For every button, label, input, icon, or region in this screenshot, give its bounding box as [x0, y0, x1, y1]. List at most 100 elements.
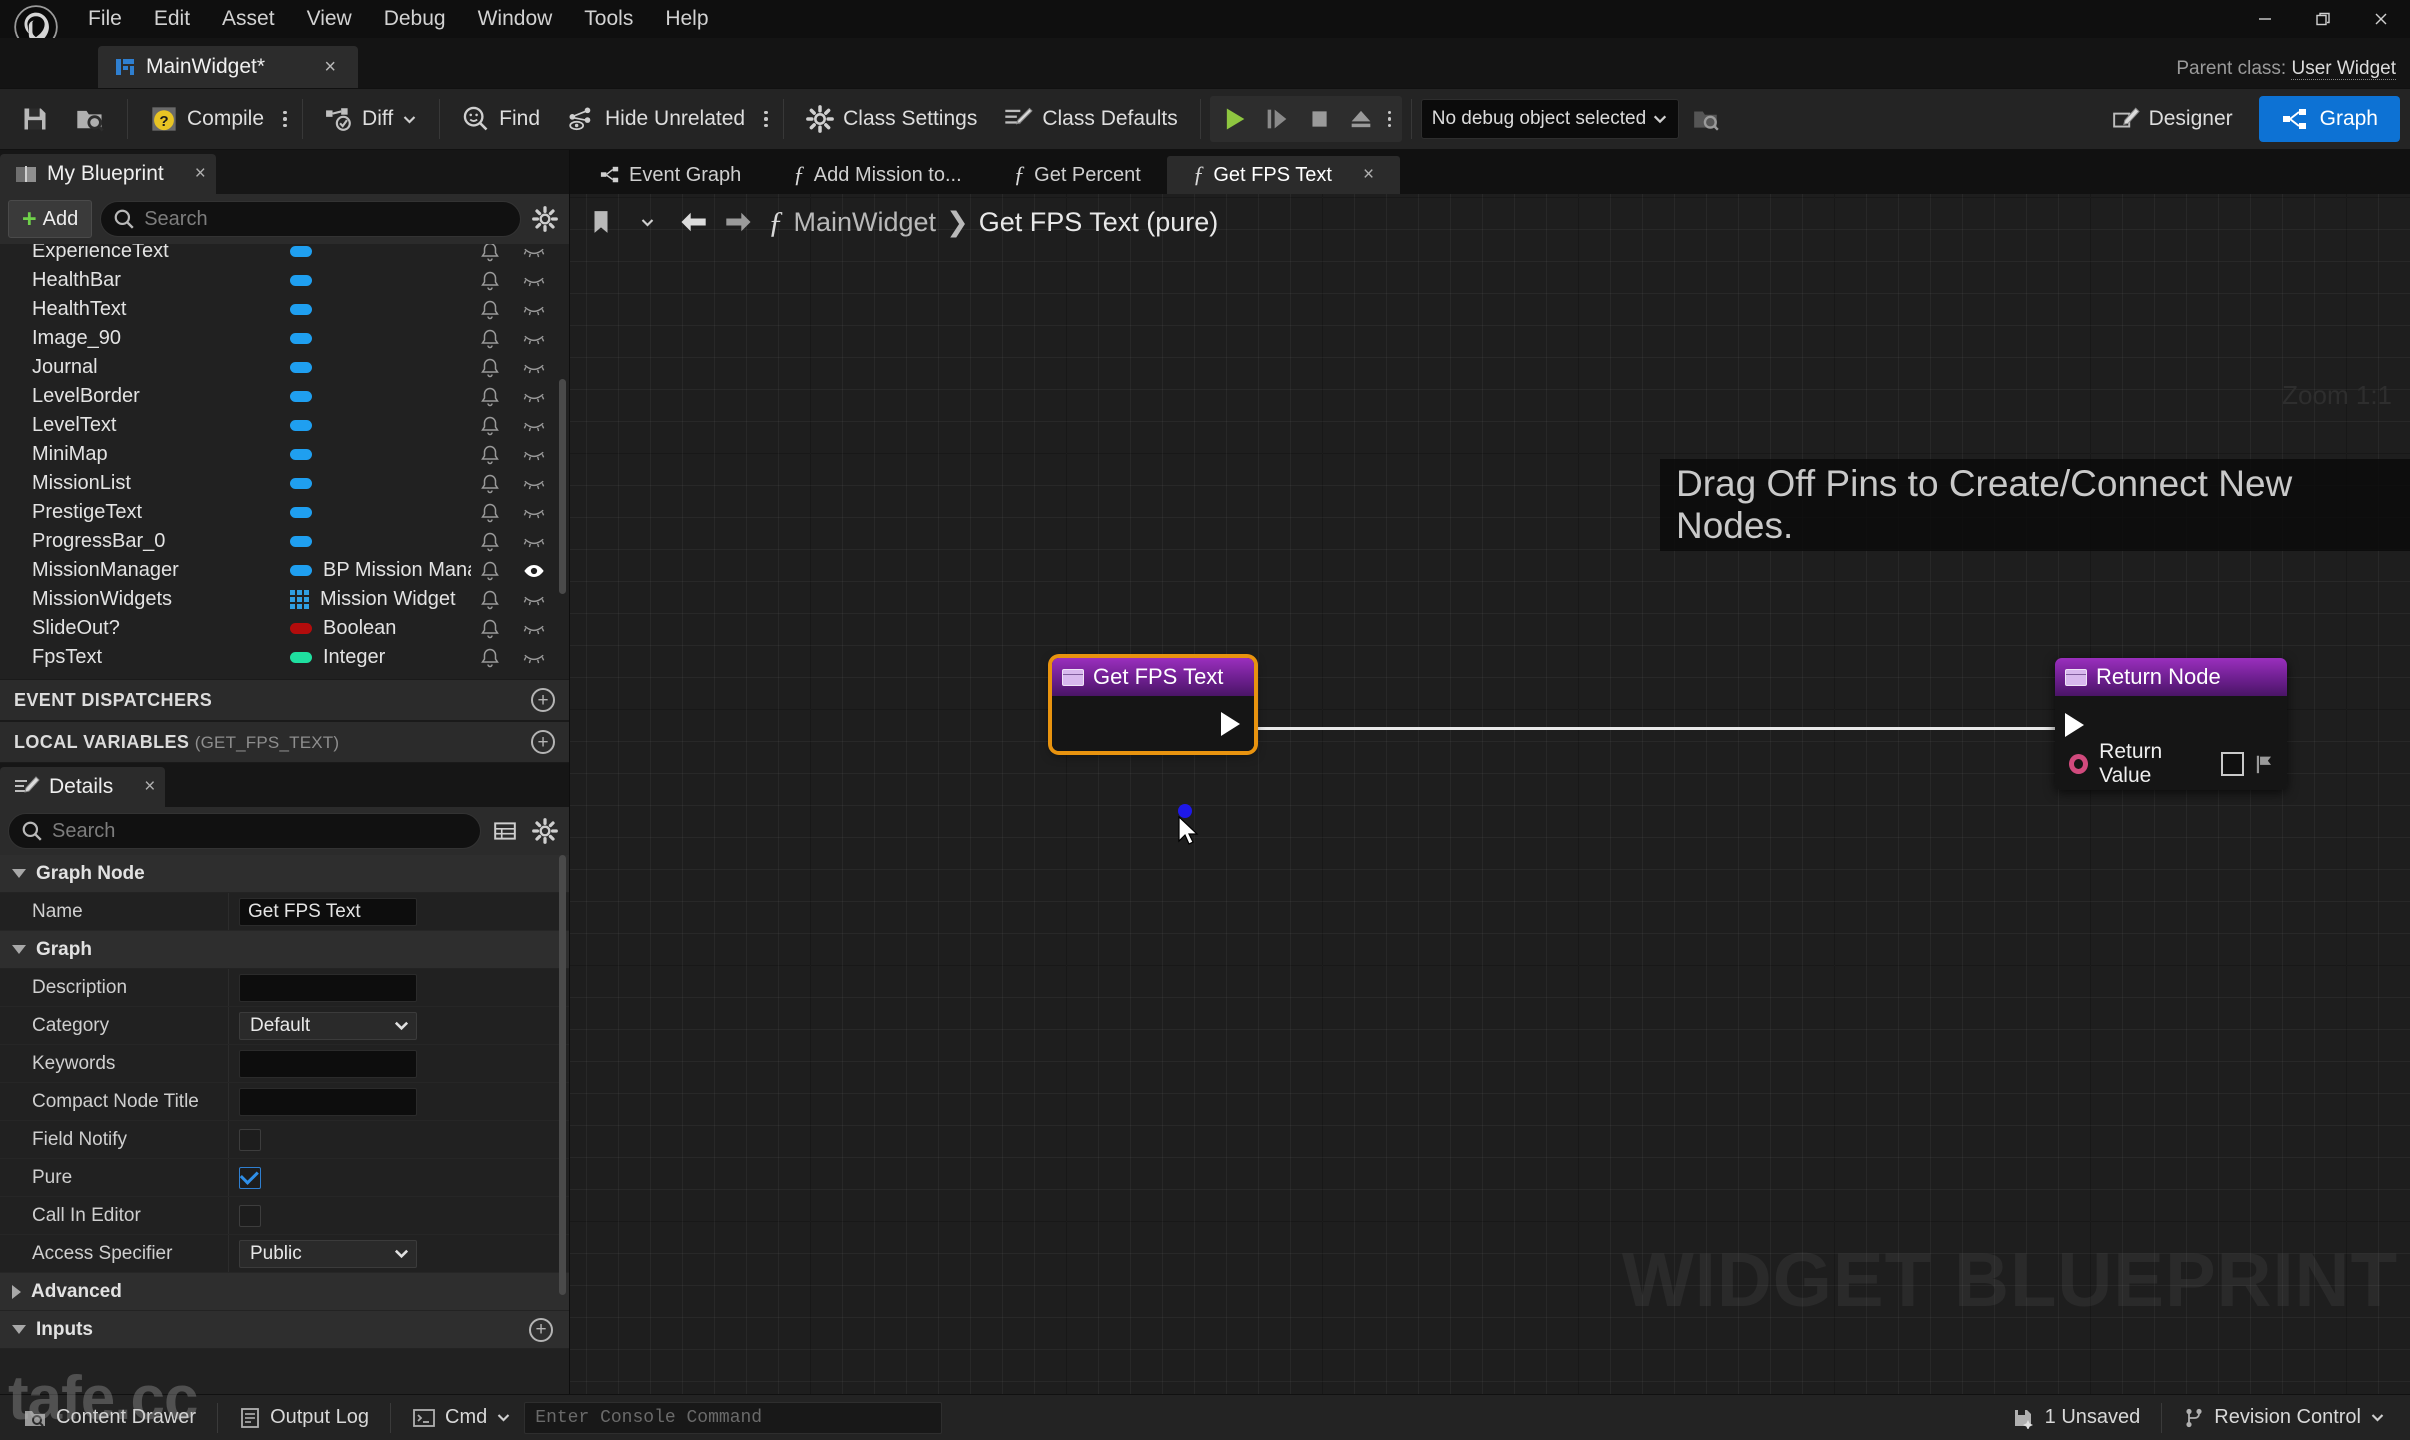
text-field-description[interactable] — [239, 973, 417, 1002]
play-options-button[interactable] — [1382, 96, 1398, 142]
diff-button[interactable]: Diff — [312, 96, 430, 142]
eye-hidden-icon[interactable] — [523, 415, 545, 437]
minimize-icon[interactable] — [2236, 0, 2294, 38]
browse-button[interactable] — [62, 96, 118, 142]
list-item[interactable]: MissionList — [0, 469, 569, 498]
menu-view[interactable]: View — [291, 0, 368, 38]
eye-visible-icon[interactable] — [523, 560, 545, 582]
dropdown-category[interactable]: Default — [239, 1011, 417, 1040]
details-search[interactable]: Search — [8, 813, 481, 849]
unreal-engine-logo-icon[interactable] — [0, 0, 72, 49]
notify-bell-icon[interactable] — [479, 299, 501, 321]
return-value-pin[interactable] — [2069, 754, 2089, 774]
breadcrumb-root[interactable]: MainWidget — [794, 207, 937, 238]
my-blueprint-close-icon[interactable]: × — [173, 163, 206, 185]
graph-mode-button[interactable]: Graph — [2258, 96, 2400, 142]
list-item[interactable]: Journal — [0, 353, 569, 382]
notify-bell-icon[interactable] — [479, 357, 501, 379]
node-get-fps-text[interactable]: Get FPS Text — [1052, 658, 1254, 751]
return-exec-in-pin[interactable] — [2065, 713, 2084, 737]
list-item[interactable]: HealthText — [0, 295, 569, 324]
list-item[interactable]: ProgressBar_0 — [0, 527, 569, 556]
eye-hidden-icon[interactable] — [523, 357, 545, 379]
graph-tab-get-fps-text[interactable]: ƒ Get FPS Text × — [1166, 156, 1401, 194]
dropdown-access-specifier[interactable]: Public — [239, 1239, 417, 1268]
flag-icon[interactable] — [2255, 753, 2273, 775]
details-close-icon[interactable]: × — [122, 776, 155, 798]
eye-hidden-icon[interactable] — [523, 270, 545, 292]
node-exec-out-pin[interactable] — [1221, 712, 1240, 736]
details-settings-button[interactable] — [529, 815, 561, 847]
find-button[interactable]: Find — [449, 96, 553, 142]
list-item[interactable]: LevelText — [0, 411, 569, 440]
add-button[interactable]: + Add — [8, 200, 93, 238]
graph-tab-close-icon[interactable]: × — [1341, 164, 1374, 186]
notify-bell-icon[interactable] — [479, 589, 501, 611]
menu-file[interactable]: File — [72, 0, 138, 38]
notify-bell-icon[interactable] — [479, 502, 501, 524]
eye-hidden-icon[interactable] — [523, 444, 545, 466]
my-blueprint-settings-button[interactable] — [529, 203, 561, 235]
list-item[interactable]: SlideOut? Boolean — [0, 614, 569, 643]
notify-bell-icon[interactable] — [479, 560, 501, 582]
navigate-forward-button[interactable] — [722, 205, 756, 239]
output-log-button[interactable]: Output Log — [226, 1400, 382, 1436]
eye-hidden-icon[interactable] — [523, 589, 545, 611]
notify-bell-icon[interactable] — [479, 415, 501, 437]
notify-bell-icon[interactable] — [479, 444, 501, 466]
eye-hidden-icon[interactable] — [523, 473, 545, 495]
my-blueprint-variable-list[interactable]: ExperienceText HealthBar HealthText Image_9… — [0, 244, 569, 679]
console-command-input[interactable]: Enter Console Command — [524, 1401, 943, 1434]
text-field-compact-node-title[interactable] — [239, 1087, 417, 1116]
panel-tab-my-blueprint[interactable]: My Blueprint × — [0, 154, 216, 194]
menu-edit[interactable]: Edit — [138, 0, 206, 38]
eye-hidden-icon[interactable] — [523, 386, 545, 408]
checkbox-call-in-editor[interactable] — [239, 1204, 261, 1227]
asset-tab-mainwidget[interactable]: MainWidget* × — [98, 46, 358, 88]
eye-hidden-icon[interactable] — [523, 618, 545, 640]
stop-button[interactable] — [1298, 96, 1340, 142]
notify-bell-icon[interactable] — [479, 386, 501, 408]
bookmark-icon[interactable] — [584, 205, 618, 239]
revision-control-button[interactable]: Revision Control — [2170, 1400, 2398, 1436]
compile-button[interactable]: ? Compile — [137, 96, 277, 142]
eye-hidden-icon[interactable] — [523, 244, 545, 263]
class-defaults-button[interactable]: Class Defaults — [990, 96, 1190, 142]
return-value-input[interactable] — [2221, 752, 2244, 776]
menu-debug[interactable]: Debug — [368, 0, 462, 38]
eye-hidden-icon[interactable] — [523, 502, 545, 524]
graph-tab-add-mission-to[interactable]: ƒ Add Mission to... — [767, 156, 987, 194]
details-category-graph-node[interactable]: Graph Node — [0, 855, 569, 893]
notify-bell-icon[interactable] — [479, 328, 501, 350]
notify-bell-icon[interactable] — [479, 531, 501, 553]
details-category-advanced[interactable]: Advanced — [0, 1273, 569, 1311]
notify-bell-icon[interactable] — [479, 618, 501, 640]
asset-tab-close-icon[interactable]: × — [314, 56, 346, 79]
details-scrollbar[interactable] — [559, 855, 566, 1295]
save-button[interactable] — [8, 96, 62, 142]
menu-asset[interactable]: Asset — [206, 0, 291, 38]
graph-tab-get-percent[interactable]: ƒ Get Percent — [988, 156, 1167, 194]
add-event-dispatcher-button[interactable]: + — [531, 688, 555, 712]
list-item[interactable]: HealthBar — [0, 266, 569, 295]
my-blueprint-search[interactable]: Search — [100, 201, 521, 237]
list-item[interactable]: MiniMap — [0, 440, 569, 469]
content-drawer-button[interactable]: Content Drawer — [10, 1400, 209, 1436]
list-item[interactable]: Image_90 — [0, 324, 569, 353]
navigate-back-button[interactable] — [676, 205, 710, 239]
cmd-mode-button[interactable]: Cmd — [399, 1400, 524, 1436]
eye-hidden-icon[interactable] — [523, 328, 545, 350]
step-button[interactable] — [1256, 96, 1298, 142]
node-return[interactable]: Return Node Return Value — [2055, 658, 2287, 790]
eye-hidden-icon[interactable] — [523, 531, 545, 553]
my-blueprint-scrollbar[interactable] — [559, 379, 566, 594]
details-columns-button[interactable] — [489, 815, 521, 847]
checkbox-pure[interactable] — [239, 1166, 261, 1189]
details-category-inputs[interactable]: Inputs + — [0, 1311, 569, 1349]
blueprint-graph-canvas[interactable]: ƒ MainWidget ❯ Get FPS Text (pure) Zoom … — [570, 194, 2410, 1394]
compile-options-button[interactable] — [277, 96, 293, 142]
list-item[interactable]: FpsText Integer — [0, 643, 569, 672]
menu-help[interactable]: Help — [649, 0, 724, 38]
class-settings-button[interactable]: Class Settings — [793, 96, 990, 142]
debug-browse-button[interactable] — [1679, 96, 1733, 142]
